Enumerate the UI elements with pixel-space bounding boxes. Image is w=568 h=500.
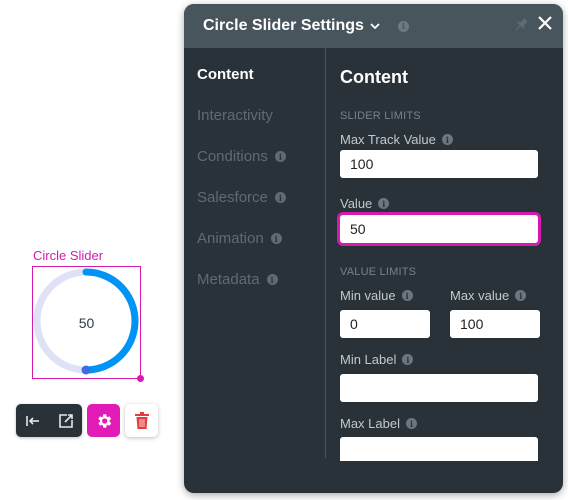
title-dropdown[interactable] [370, 22, 380, 30]
nav-item-content[interactable]: Content [197, 66, 254, 83]
info-icon[interactable]: i [402, 354, 414, 365]
section-slider-limits: SLIDER LIMITS [340, 110, 421, 122]
nav-item-interactivity[interactable]: Interactivity [197, 107, 273, 124]
info-icon[interactable]: i [274, 192, 286, 203]
nav-label: Salesforce [197, 189, 268, 206]
max-track-value-input[interactable] [340, 150, 538, 178]
slider-value-text: 50 [78, 314, 95, 331]
content-title: Content [340, 67, 408, 87]
info-icon[interactable]: i [266, 274, 278, 285]
nav-item-conditions[interactable]: Conditions i [197, 148, 286, 165]
info-icon[interactable]: i [441, 134, 453, 145]
settings-panel: Circle Slider Settings i Content Interac… [184, 4, 563, 493]
chevron-down-icon [370, 22, 380, 29]
max-label-label: Max Label i [340, 416, 417, 431]
max-value-input[interactable] [450, 310, 540, 338]
info-icon[interactable]: i [397, 20, 409, 32]
align-button[interactable] [20, 408, 46, 434]
value-input[interactable] [340, 215, 538, 243]
panel-title: Circle Slider Settings [203, 17, 364, 34]
nav-label: Interactivity [197, 107, 273, 124]
min-value-input[interactable] [340, 310, 430, 338]
delete-button[interactable] [125, 404, 158, 437]
label-text: Min Label [340, 352, 397, 367]
align-left-icon [25, 415, 39, 426]
info-icon[interactable]: i [274, 151, 286, 162]
info-icon[interactable]: i [401, 290, 413, 301]
close-icon [538, 16, 552, 30]
max-label-input[interactable] [340, 437, 538, 461]
nav-label: Animation [197, 230, 264, 247]
nav-item-salesforce[interactable]: Salesforce i [197, 189, 286, 206]
widget-toolbar [16, 404, 82, 437]
nav-item-metadata[interactable]: Metadata i [197, 271, 278, 288]
label-text: Min value [340, 288, 396, 303]
max-value-label: Max value i [450, 288, 527, 303]
info-icon[interactable]: i [515, 290, 527, 301]
label-text: Max Label [340, 416, 400, 431]
trash-icon [134, 412, 149, 429]
close-button[interactable] [537, 15, 553, 36]
pin-button[interactable] [513, 17, 529, 38]
label-text: Max Track Value [340, 132, 436, 147]
label-text: Max value [450, 288, 510, 303]
info-icon[interactable]: i [378, 198, 390, 209]
widget-name-label: Circle Slider [33, 248, 104, 263]
max-track-value-label: Max Track Value i [340, 132, 453, 147]
nav-label: Metadata [197, 271, 260, 288]
panel-header: Circle Slider Settings i [184, 4, 563, 48]
info-icon[interactable]: i [270, 233, 282, 244]
resize-handle[interactable] [137, 375, 144, 382]
info-icon[interactable]: i [405, 418, 417, 429]
settings-nav: Content Interactivity Conditions i Sales… [184, 48, 326, 458]
settings-button[interactable] [87, 404, 120, 437]
content-pane: Content SLIDER LIMITS Max Track Value i … [340, 48, 563, 493]
gear-icon [97, 413, 111, 428]
min-value-label: Min value i [340, 288, 413, 303]
nav-item-animation[interactable]: Animation i [197, 230, 282, 247]
pin-icon [515, 18, 528, 31]
open-external-button[interactable] [53, 408, 79, 434]
value-label: Value i [340, 196, 390, 211]
min-label-label: Min Label i [340, 352, 414, 367]
min-label-input[interactable] [340, 374, 538, 402]
nav-label: Conditions [197, 148, 268, 165]
open-external-icon [58, 413, 73, 428]
label-text: Value [340, 196, 373, 211]
nav-label: Content [197, 66, 254, 83]
section-value-limits: VALUE LIMITS [340, 266, 417, 278]
